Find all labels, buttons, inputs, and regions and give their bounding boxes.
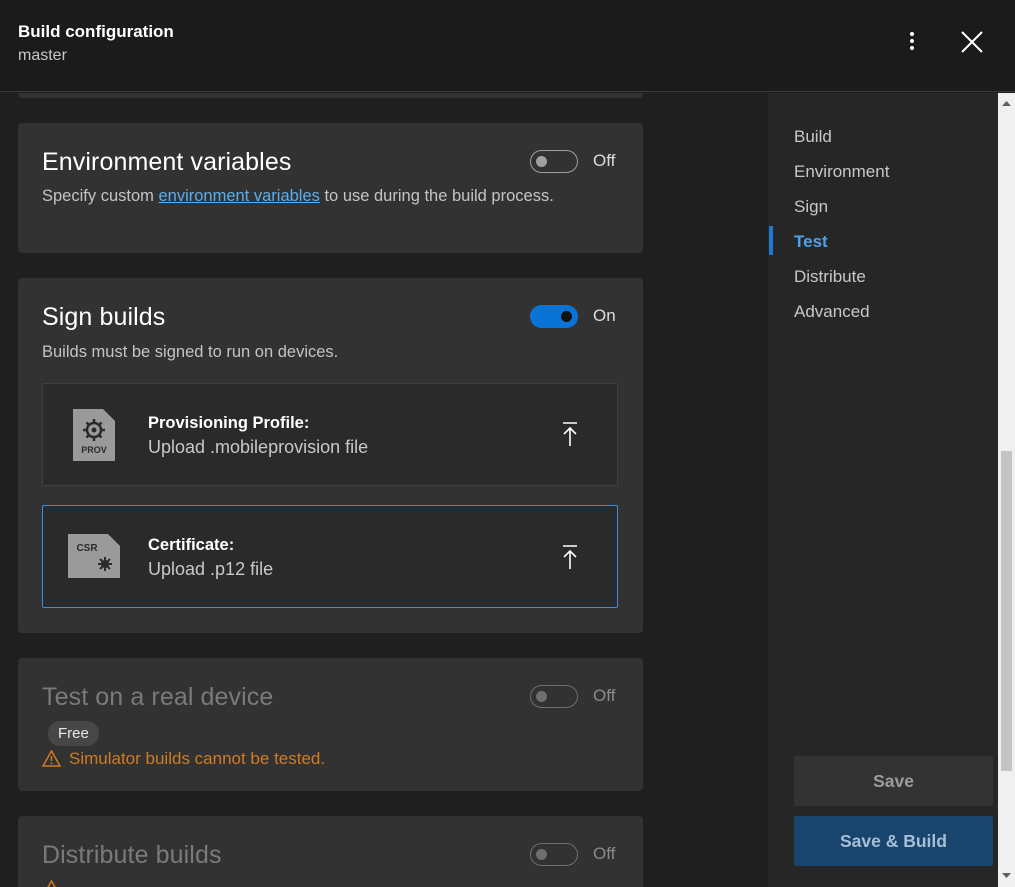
save-and-build-button[interactable]: Save & Build — [794, 816, 993, 866]
environment-variables-link[interactable]: environment variables — [158, 187, 319, 205]
nav-item-environment[interactable]: Environment — [794, 162, 889, 182]
prov-file-icon: PROV — [73, 409, 115, 461]
warning-message: Simulator builds cannot be tested. — [41, 749, 325, 769]
previous-section-card — [18, 93, 643, 98]
environment-toggle[interactable] — [530, 150, 578, 173]
warning-message — [42, 879, 69, 887]
sign-section: Sign builds On Builds must be signed to … — [18, 278, 643, 633]
provisioning-profile-upload[interactable]: PROV Provisioning Profile: Upload .mobil… — [42, 383, 618, 486]
scroll-up-icon[interactable] — [1002, 99, 1011, 108]
free-badge: Free — [48, 721, 99, 746]
section-title: Environment variables — [42, 148, 292, 176]
upload-hint: Upload .p12 file — [148, 559, 274, 579]
distribute-toggle[interactable] — [530, 843, 578, 866]
nav-item-advanced[interactable]: Advanced — [794, 302, 870, 322]
close-icon[interactable] — [958, 28, 986, 56]
sign-toggle[interactable] — [530, 305, 578, 328]
header-bar: Build configuration master — [0, 0, 1015, 92]
toggle-state-label: Off — [593, 151, 616, 170]
section-nav: Build Environment Sign Test Distribute A… — [768, 93, 998, 887]
section-description: Builds must be signed to run on devices. — [42, 343, 339, 361]
upload-label: Certificate: — [148, 536, 235, 554]
csr-file-icon: CSR — [68, 534, 120, 578]
toggle-state-label: Off — [593, 686, 616, 705]
nav-item-distribute[interactable]: Distribute — [794, 267, 866, 287]
toggle-state-label: On — [593, 306, 616, 325]
svg-text:CSR: CSR — [76, 543, 98, 554]
test-section: Test on a real device Off Free Simulator… — [18, 658, 643, 791]
page-title: Build configuration — [18, 22, 174, 41]
svg-text:PROV: PROV — [81, 445, 107, 455]
save-button[interactable]: Save — [794, 756, 993, 806]
certificate-upload[interactable]: CSR Certificate: Upload .p12 file — [42, 505, 618, 608]
warning-icon — [41, 749, 62, 767]
upload-label: Provisioning Profile: — [148, 414, 310, 432]
upload-icon[interactable] — [561, 421, 579, 447]
section-title: Distribute builds — [42, 841, 222, 869]
warning-icon — [47, 879, 56, 887]
active-indicator — [769, 226, 773, 255]
scrollbar[interactable] — [998, 93, 1015, 887]
test-toggle[interactable] — [530, 685, 578, 708]
distribute-section: Distribute builds Off — [18, 816, 643, 887]
environment-section: Environment variables Off Specify custom… — [18, 123, 643, 253]
branch-name: master — [18, 47, 67, 64]
scroll-down-icon[interactable] — [1002, 871, 1011, 880]
scrollbar-thumb[interactable] — [1001, 451, 1012, 771]
nav-item-sign[interactable]: Sign — [794, 197, 828, 217]
section-title: Test on a real device — [42, 683, 274, 711]
section-title: Sign builds — [42, 303, 166, 331]
main-content[interactable]: Environment variables Off Specify custom… — [0, 93, 768, 887]
upload-icon[interactable] — [561, 544, 579, 570]
upload-hint: Upload .mobileprovision file — [148, 437, 369, 457]
more-options-icon[interactable] — [902, 30, 922, 54]
nav-item-test[interactable]: Test — [794, 232, 828, 252]
section-description: Specify custom environment variables to … — [42, 187, 554, 205]
toggle-state-label: Off — [593, 844, 616, 863]
nav-item-build[interactable]: Build — [794, 127, 832, 147]
